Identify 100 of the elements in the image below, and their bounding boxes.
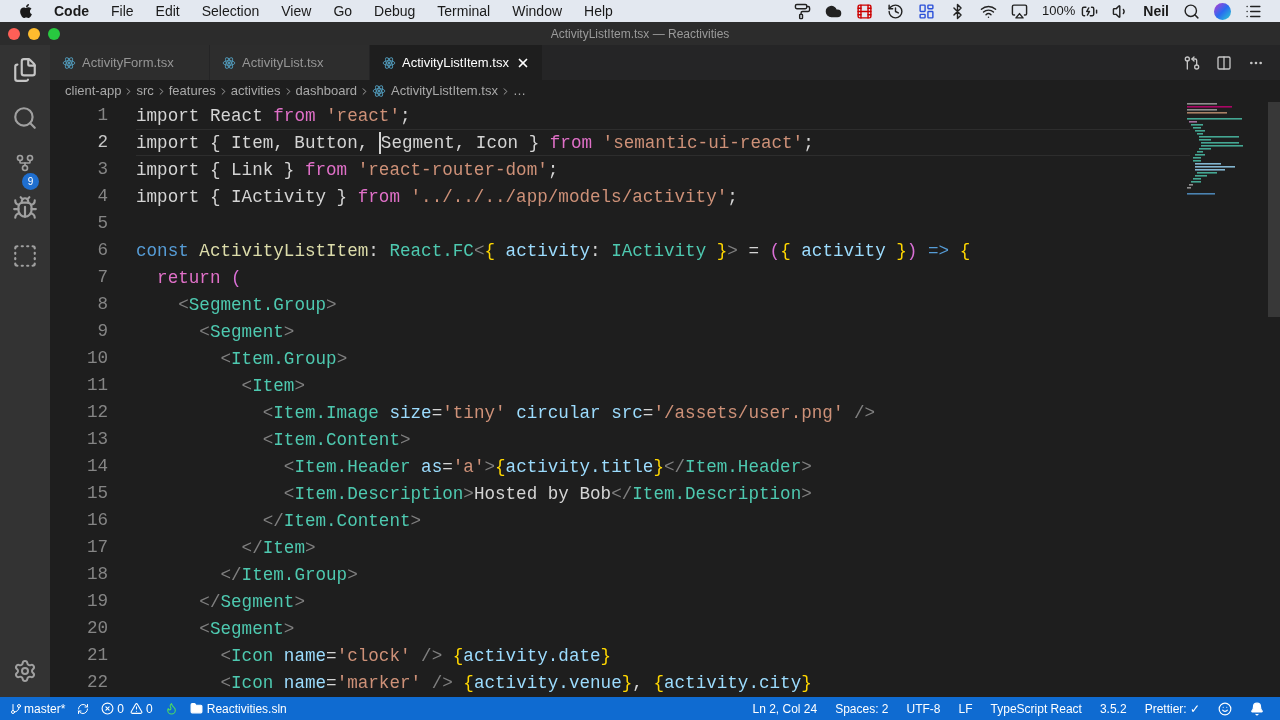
code-token: < <box>198 321 210 344</box>
error-count[interactable]: 0 <box>117 699 125 718</box>
history-icon[interactable] <box>887 2 905 20</box>
line-number: 17 <box>85 536 108 559</box>
zoom-window-button[interactable] <box>48 27 60 40</box>
close-window-button[interactable] <box>8 27 20 40</box>
code-token: 'tiny' <box>442 402 506 425</box>
code-token: Segment.Group <box>188 294 327 317</box>
breadcrumb-item[interactable]: features <box>168 81 216 101</box>
siri-icon[interactable] <box>1214 2 1231 20</box>
code-token: activity <box>505 240 591 263</box>
code-token: { <box>484 240 496 263</box>
code-token: , <box>632 672 644 695</box>
status-item[interactable]: UTF-8 <box>906 699 941 718</box>
code-token: { <box>462 672 474 695</box>
editor-tab[interactable]: ActivityList.tsx <box>210 45 370 80</box>
code-token: IActivity <box>611 240 707 263</box>
code-token: return <box>156 267 222 290</box>
layout-icon[interactable] <box>918 2 936 20</box>
menu-item[interactable]: Debug <box>374 0 416 22</box>
status-item[interactable]: 3.5.2 <box>1099 699 1127 718</box>
debug-icon[interactable] <box>12 195 38 221</box>
code-token: : <box>368 240 380 263</box>
split-editor-icon[interactable] <box>1216 54 1232 71</box>
search-icon[interactable] <box>1183 2 1200 20</box>
code-token: Item.Description <box>294 483 464 506</box>
code-token: { <box>451 645 464 668</box>
extensions-icon[interactable] <box>12 243 38 269</box>
code-token: src <box>610 402 643 425</box>
smiley-icon[interactable] <box>1218 701 1232 716</box>
user-name[interactable]: Neil <box>1143 0 1169 22</box>
menu-item[interactable]: Terminal <box>437 0 491 22</box>
status-item[interactable]: Spaces: 2 <box>835 699 889 718</box>
bell-icon[interactable] <box>1250 701 1264 716</box>
code-token: } <box>600 645 612 668</box>
film-icon[interactable] <box>856 2 874 20</box>
menu-item[interactable]: Go <box>333 0 353 22</box>
scrollbar-thumb[interactable] <box>1268 102 1280 317</box>
code-token: > <box>294 591 305 614</box>
code-token: > <box>347 564 358 587</box>
line-number: 10 <box>85 347 108 370</box>
breadcrumb-item[interactable]: client-app <box>65 81 122 101</box>
code-token: '/assets/user.png' <box>653 402 844 425</box>
menu-item[interactable]: File <box>111 0 134 22</box>
code-token: { <box>959 240 971 263</box>
code-token: const <box>136 240 190 263</box>
code-token: } <box>801 672 812 695</box>
code-token: < <box>219 672 232 695</box>
compare-changes-icon[interactable] <box>1184 54 1200 71</box>
settings-icon[interactable] <box>13 659 37 683</box>
line-number: 22 <box>85 671 108 694</box>
breadcrumb-item[interactable]: dashboard <box>295 81 357 101</box>
code-token: < <box>261 402 274 425</box>
code-token: > <box>399 429 411 452</box>
code-token: from <box>304 159 349 182</box>
code-token: Segment <box>209 321 284 344</box>
editor-tab[interactable]: ActivityForm.tsx <box>50 45 210 80</box>
apple-icon[interactable] <box>18 3 34 19</box>
line-number: 5 <box>96 212 108 235</box>
code-token: name <box>282 672 327 695</box>
status-item[interactable]: TypeScript React <box>990 699 1082 718</box>
code-token: import React <box>136 105 264 128</box>
minimize-window-button[interactable] <box>28 27 40 40</box>
solution-name[interactable]: Reactivities.sln <box>206 699 287 718</box>
status-item[interactable]: LF <box>958 699 973 718</box>
line-number: 3 <box>96 158 108 181</box>
code-token: { <box>495 456 506 479</box>
code-token: 'a' <box>452 456 485 479</box>
airplay-icon[interactable] <box>1011 2 1029 20</box>
menu-item[interactable]: Selection <box>201 0 260 22</box>
code-token: > <box>484 456 495 479</box>
branch-status[interactable]: master* <box>10 699 66 718</box>
status-item[interactable]: Prettier: ✓ <box>1144 699 1200 718</box>
code-token: > <box>283 321 295 344</box>
code-token: 'react' <box>326 105 400 128</box>
sync-icon[interactable] <box>77 702 90 715</box>
breadcrumb-item[interactable]: ActivityListItem.tsx <box>391 81 498 101</box>
editor-tab[interactable]: ActivityListItem.tsx <box>370 45 542 80</box>
breadcrumb-item[interactable]: activities <box>230 81 281 101</box>
line-number: 15 <box>85 482 108 505</box>
menu-item[interactable]: Edit <box>155 0 180 22</box>
line-number: 14 <box>85 455 108 478</box>
code-token: from <box>273 105 317 128</box>
status-item[interactable]: Ln 2, Col 24 <box>752 699 818 718</box>
files-icon[interactable] <box>12 57 38 83</box>
flame-icon[interactable] <box>164 702 178 715</box>
code-token: > <box>336 348 348 371</box>
paint-roller-icon[interactable] <box>794 2 812 20</box>
menu-item[interactable]: Window <box>512 0 563 22</box>
breadcrumb-item[interactable]: … <box>512 81 526 101</box>
line-number: 1 <box>96 104 108 127</box>
warning-count[interactable]: 0 <box>146 699 153 718</box>
menu-item[interactable]: View <box>281 0 312 22</box>
breadcrumb-item[interactable]: src <box>136 81 154 101</box>
window-title: ActivityListItem.tsx — Reactivities <box>550 25 730 43</box>
menu-item[interactable]: Help <box>584 0 613 22</box>
code-token: Icon <box>231 645 274 668</box>
code-token: ( <box>231 267 242 290</box>
code-token: Item.Group <box>241 564 348 587</box>
app-menu[interactable]: Code <box>54 0 89 22</box>
